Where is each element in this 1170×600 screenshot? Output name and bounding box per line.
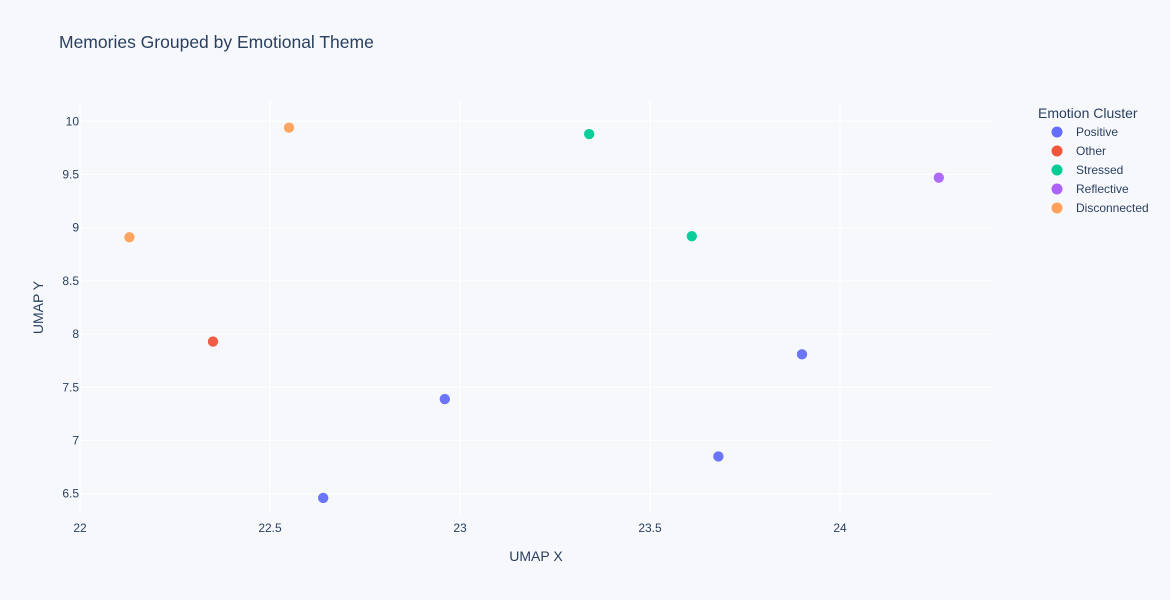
y-tick-label: 9.5 — [62, 167, 79, 181]
y-tick-label: 8 — [72, 327, 79, 341]
point-disconnected[interactable] — [283, 121, 295, 134]
legend: Emotion Cluster Positive Other Stressed Ref… — [1038, 105, 1149, 215]
x-tick-label: 23.5 — [638, 521, 662, 535]
legend-marker-positive — [1051, 126, 1063, 138]
legend-title: Emotion Cluster — [1038, 105, 1138, 121]
point-positive[interactable] — [712, 450, 725, 463]
x-axis-ticks: 22 22.5 23 23.5 24 — [73, 521, 847, 535]
y-tick-label: 9 — [72, 221, 79, 235]
point-reflective[interactable] — [932, 171, 945, 184]
y-tick-label: 8.5 — [62, 274, 79, 288]
x-axis-title: UMAP X — [509, 548, 563, 564]
point-stressed[interactable] — [685, 230, 698, 243]
y-tick-label: 7.5 — [62, 380, 79, 394]
y-tick-label: 10 — [66, 114, 80, 128]
scatter-plot: 22 22.5 23 23.5 24 6.577.588.599.510 UMAP X … — [30, 100, 1149, 564]
point-positive[interactable] — [438, 393, 451, 405]
y-axis-title: UMAP Y — [30, 280, 46, 334]
y-tick-label: 7 — [72, 434, 79, 448]
legend-marker-disconnected — [1051, 202, 1063, 214]
plot-area — [80, 100, 992, 515]
legend-item-reflective[interactable]: Reflective — [1076, 182, 1129, 196]
legend-item-positive[interactable]: Positive — [1076, 125, 1118, 139]
point-positive[interactable] — [317, 492, 330, 504]
legend-item-other[interactable]: Other — [1076, 144, 1106, 158]
x-tick-label: 23 — [453, 521, 467, 535]
point-disconnected[interactable] — [123, 231, 136, 244]
legend-item-stressed[interactable]: Stressed — [1076, 163, 1123, 177]
x-tick-label: 22 — [73, 521, 87, 535]
x-tick-label: 22.5 — [258, 521, 282, 535]
point-positive[interactable] — [796, 348, 808, 361]
y-tick-label: 6.5 — [62, 487, 79, 501]
legend-marker-other — [1051, 145, 1063, 157]
legend-item-disconnected[interactable]: Disconnected — [1076, 201, 1149, 215]
legend-marker-stressed — [1051, 164, 1063, 176]
y-axis-ticks: 6.5 7 7.5 8 8.5 9 9.5 10 — [62, 114, 79, 500]
point-stressed[interactable] — [583, 128, 596, 140]
x-tick-label: 24 — [833, 521, 847, 535]
legend-marker-reflective — [1051, 183, 1063, 195]
point-other[interactable] — [207, 335, 219, 348]
